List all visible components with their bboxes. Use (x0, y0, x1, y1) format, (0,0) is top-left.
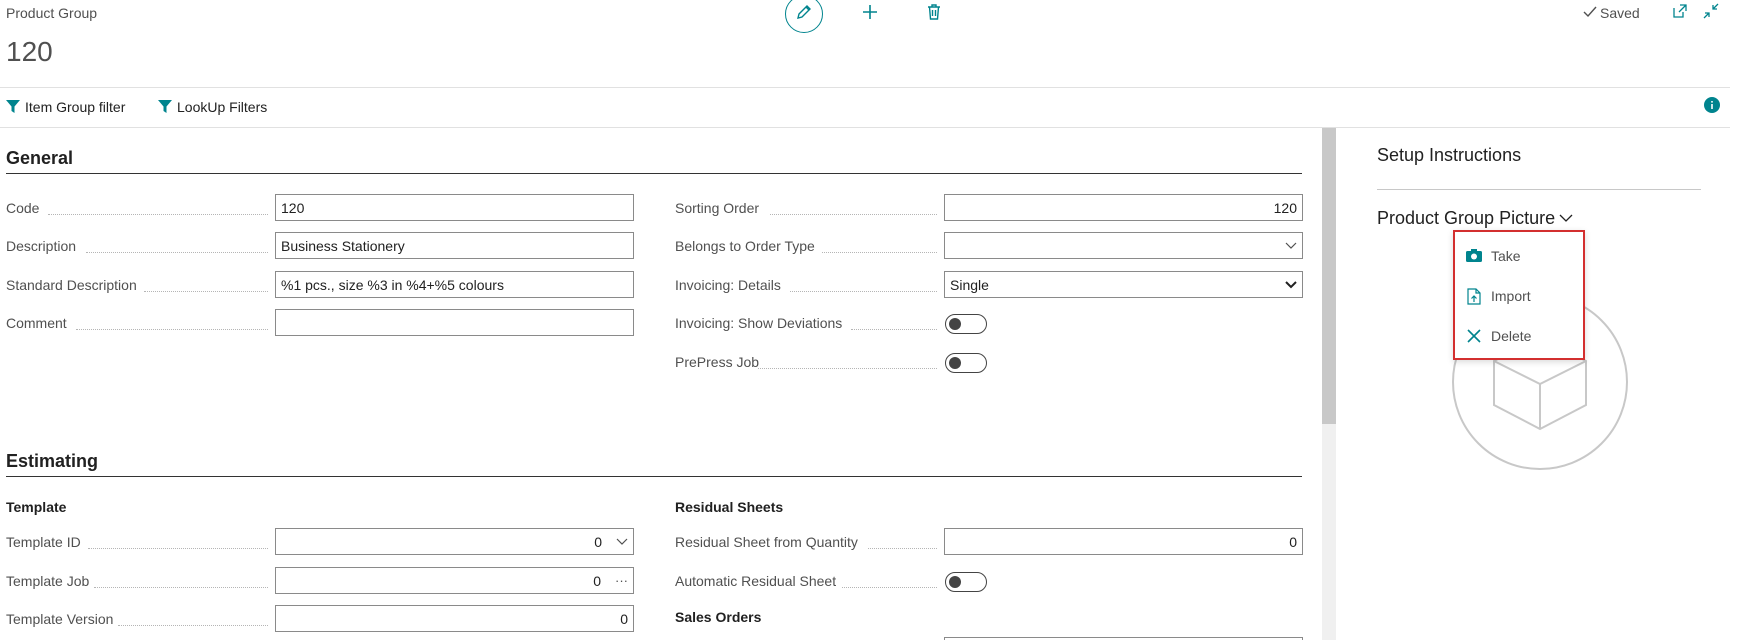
open-in-new-window-button[interactable] (1669, 2, 1691, 24)
chevron-down-icon (1285, 280, 1297, 289)
saved-label: Saved (1600, 5, 1640, 21)
template-id-field[interactable]: 0 (275, 528, 634, 555)
open-new-window-icon (1672, 3, 1688, 24)
lookup-filters-label: LookUp Filters (177, 99, 268, 115)
picture-context-menu: Take Import Delete (1453, 230, 1585, 360)
import-label: Import (1491, 288, 1531, 304)
belongs-to-order-type-label: Belongs to Order Type (675, 238, 815, 254)
more-options-icon[interactable]: ··· (615, 573, 628, 588)
residual-sheet-from-quantity-dots (868, 547, 937, 549)
chevron-down-icon (1285, 242, 1297, 250)
template-version-label: Template Version (6, 611, 114, 627)
automatic-residual-sheet-dots (842, 586, 937, 588)
content-scrollbar-thumb[interactable] (1322, 128, 1336, 424)
chevron-down-icon (1559, 214, 1573, 223)
prepress-job-toggle[interactable] (945, 353, 987, 373)
residual-sheet-from-quantity-field[interactable]: 0 (944, 528, 1303, 555)
take-label: Take (1491, 248, 1521, 264)
template-id-dots (88, 547, 268, 549)
collapse-icon (1703, 3, 1719, 24)
invoicing-details-value: Single (950, 276, 989, 293)
automatic-residual-sheet-toggle[interactable] (945, 572, 987, 592)
template-job-label: Template Job (6, 573, 90, 589)
product-group-picture-title: Product Group Picture (1377, 208, 1556, 228)
belongs-to-order-type-dots (822, 251, 937, 253)
actionbar-divider (0, 127, 1730, 128)
code-label: Code (6, 200, 40, 216)
checkmark-icon (1583, 5, 1597, 21)
template-job-value: 0 (593, 572, 601, 589)
sorting-order-field[interactable]: 120 (944, 194, 1303, 221)
delete-button[interactable] (922, 2, 946, 26)
code-field[interactable]: 120 (275, 194, 634, 221)
page-caption: Product Group (6, 5, 98, 21)
template-id-label: Template ID (6, 534, 81, 550)
item-group-filter-label: Item Group filter (25, 99, 126, 115)
general-section-rule (6, 173, 1302, 174)
standard-description-label: Standard Description (6, 277, 137, 293)
residual-sheets-subheading: Residual Sheets (675, 499, 784, 515)
plus-icon (861, 3, 879, 26)
info-button[interactable] (1703, 96, 1721, 118)
lookup-filters-action[interactable]: LookUp Filters (158, 99, 267, 115)
prepress-job-dots (758, 367, 937, 369)
invoicing-details-select[interactable]: Single (944, 271, 1303, 298)
invoicing-details-dots (790, 290, 937, 292)
camera-icon (1465, 247, 1483, 265)
template-version-field[interactable]: 0 (275, 605, 634, 632)
template-subheading: Template (6, 499, 67, 515)
sorting-order-label: Sorting Order (675, 200, 760, 216)
estimating-section-title[interactable]: Estimating (6, 451, 98, 472)
template-job-dots (94, 586, 268, 588)
automatic-residual-sheet-label: Automatic Residual Sheet (675, 573, 837, 589)
code-dots (48, 213, 268, 215)
belongs-to-order-type-select[interactable] (944, 232, 1303, 259)
invoicing-show-deviations-label: Invoicing: Show Deviations (675, 315, 843, 331)
invoicing-show-deviations-dots (851, 328, 937, 330)
filter-icon (158, 100, 172, 114)
record-title: 120 (6, 36, 53, 67)
delete-icon (926, 3, 942, 26)
info-icon (1704, 96, 1720, 118)
template-version-dots (118, 624, 268, 626)
template-job-field[interactable]: 0 ··· (275, 567, 634, 594)
description-label: Description (6, 238, 77, 254)
invoicing-show-deviations-toggle[interactable] (945, 314, 987, 334)
invoicing-details-label: Invoicing: Details (675, 277, 781, 293)
sales-orders-subheading: Sales Orders (675, 609, 762, 625)
take-menu-item[interactable]: Take (1455, 238, 1583, 274)
estimating-section-rule (6, 476, 1302, 477)
residual-sheet-from-quantity-label: Residual Sheet from Quantity (675, 534, 858, 550)
edit-icon (795, 3, 813, 26)
saved-status: Saved (1583, 5, 1640, 21)
delete-label: Delete (1491, 328, 1532, 344)
description-dots (86, 251, 268, 253)
import-icon (1465, 287, 1483, 305)
edit-button[interactable] (785, 0, 823, 33)
comment-label: Comment (6, 315, 67, 331)
template-id-value: 0 (594, 533, 602, 550)
standard-description-dots (144, 290, 268, 292)
comment-field[interactable] (275, 309, 634, 336)
chevron-down-icon (616, 538, 628, 546)
sorting-order-dots (770, 213, 937, 215)
import-menu-item[interactable]: Import (1455, 278, 1583, 314)
close-icon (1465, 327, 1483, 345)
standard-description-field[interactable]: %1 pcs., size %3 in %4+%5 colours (275, 271, 634, 298)
comment-dots (76, 328, 268, 330)
product-group-picture-header[interactable]: Product Group Picture (1377, 208, 1573, 229)
header-divider (0, 87, 1730, 88)
prepress-job-label: PrePress Job (675, 354, 760, 370)
factbox-divider (1377, 189, 1701, 190)
description-field[interactable]: Business Stationery (275, 232, 634, 259)
delete-menu-item[interactable]: Delete (1455, 318, 1583, 354)
new-button[interactable] (858, 2, 882, 26)
filter-icon (6, 100, 20, 114)
setup-instructions-title[interactable]: Setup Instructions (1377, 145, 1521, 166)
item-group-filter-action[interactable]: Item Group filter (6, 99, 125, 115)
collapse-button[interactable] (1700, 2, 1722, 24)
general-section-title[interactable]: General (6, 148, 73, 169)
